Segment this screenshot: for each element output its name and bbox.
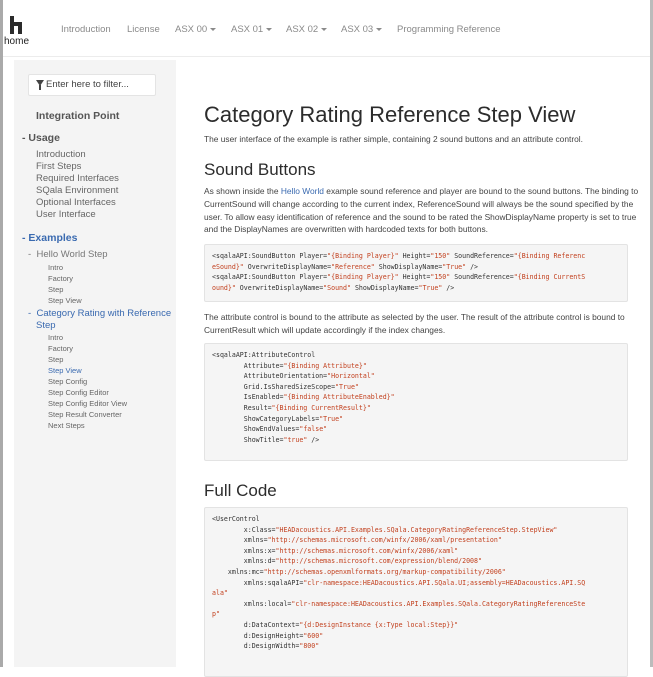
sidebar-item-optional-interfaces[interactable]: Optional Interfaces [36, 197, 116, 208]
hello-world-link[interactable]: Hello World [281, 186, 324, 196]
section-label: Examples [28, 232, 78, 244]
code-block-attribute-control[interactable]: <sqalaAPI:AttributeControl Attribute="{B… [204, 343, 628, 461]
nav-asx00[interactable]: ASX 00 [175, 24, 217, 35]
sidebar-section-usage[interactable]: - Usage [22, 132, 60, 144]
chevron-down-icon [321, 27, 328, 31]
sidebar-item-user-interface[interactable]: User Interface [36, 209, 96, 220]
section-heading-full-code: Full Code [204, 481, 277, 500]
sidebar-subitem-step-view[interactable]: Step View [48, 296, 82, 305]
sidebar-subitem-step-result-converter[interactable]: Step Result Converter [48, 410, 122, 419]
sidebar-subitem-intro[interactable]: Intro [48, 263, 63, 272]
nav-asx03[interactable]: ASX 03 [341, 24, 383, 35]
nav-asx02-label: ASX 02 [286, 24, 319, 35]
sidebar-subitem-step-config-editor[interactable]: Step Config Editor [48, 388, 109, 397]
sidebar-subitem-step-config[interactable]: Step Config [48, 377, 87, 386]
sidebar-subitem-step[interactable]: Step [48, 285, 63, 294]
code-block-full-code[interactable]: <UserControl x:Class="HEADacoustics.API.… [204, 507, 628, 677]
sidebar-item-label: Category Rating with Reference [36, 308, 172, 319]
home-logo-icon[interactable] [5, 12, 29, 54]
page-title: Category Rating Reference Step View [204, 102, 576, 127]
sound-buttons-paragraph: As shown inside the Hello World example … [204, 185, 646, 236]
sidebar-subitem-factory[interactable]: Factory [48, 344, 73, 353]
filter-input[interactable] [46, 75, 150, 93]
nav-asx00-label: ASX 00 [175, 24, 208, 35]
nav-asx03-label: ASX 03 [341, 24, 374, 35]
chevron-down-icon [376, 27, 383, 31]
code-block-sound-buttons[interactable]: <sqalaAPI:SoundButton Player="{Binding P… [204, 244, 628, 302]
nav-asx02[interactable]: ASX 02 [286, 24, 328, 35]
intro-paragraph: The user interface of the example is rat… [204, 134, 583, 144]
nav-license[interactable]: License [127, 24, 160, 35]
sidebar-subitem-factory[interactable]: Factory [48, 274, 73, 283]
nav-programming-reference[interactable]: Programming Reference [397, 24, 501, 35]
sidebar: Integration Point - Usage Introduction F… [14, 60, 176, 667]
sidebar-item-hello-world-step[interactable]: - Hello World Step [28, 249, 108, 260]
filter-box[interactable] [28, 74, 156, 96]
sidebar-section-examples[interactable]: - Examples [22, 232, 77, 244]
chevron-down-icon [266, 27, 273, 31]
top-navbar: home Introduction License ASX 00 ASX 01 … [3, 0, 650, 57]
sidebar-subitem-step-config-editor-view[interactable]: Step Config Editor View [48, 399, 127, 408]
attribute-control-paragraph: The attribute control is bound to the at… [204, 312, 625, 335]
chevron-down-icon [210, 27, 217, 31]
filter-icon [36, 80, 44, 90]
sidebar-item-sqala-environment[interactable]: SQala Environment [36, 185, 118, 196]
section-label: Usage [28, 132, 60, 144]
sidebar-item-required-interfaces[interactable]: Required Interfaces [36, 173, 119, 184]
sidebar-item-category-rating[interactable]: - Category Rating with Reference [28, 308, 171, 319]
window-left-border [0, 0, 3, 667]
sidebar-item-first-steps[interactable]: First Steps [36, 161, 81, 172]
sidebar-subitem-next-steps[interactable]: Next Steps [48, 421, 85, 430]
sidebar-subitem-step-view-active[interactable]: Step View [48, 366, 82, 375]
sidebar-subitem-step[interactable]: Step [48, 355, 63, 364]
sidebar-item-label: Hello World Step [36, 249, 108, 260]
section-heading-sound-buttons: Sound Buttons [204, 160, 316, 179]
nav-introduction[interactable]: Introduction [61, 24, 111, 35]
nav-asx01-label: ASX 01 [231, 24, 264, 35]
sidebar-subitem-intro[interactable]: Intro [48, 333, 63, 342]
home-link[interactable]: home [4, 36, 29, 47]
nav-asx01[interactable]: ASX 01 [231, 24, 273, 35]
sidebar-item-category-rating-line2[interactable]: Step [36, 320, 56, 331]
sidebar-title: Integration Point [36, 110, 120, 122]
paragraph-text: As shown inside the [204, 186, 281, 196]
sidebar-item-introduction[interactable]: Introduction [36, 149, 86, 160]
